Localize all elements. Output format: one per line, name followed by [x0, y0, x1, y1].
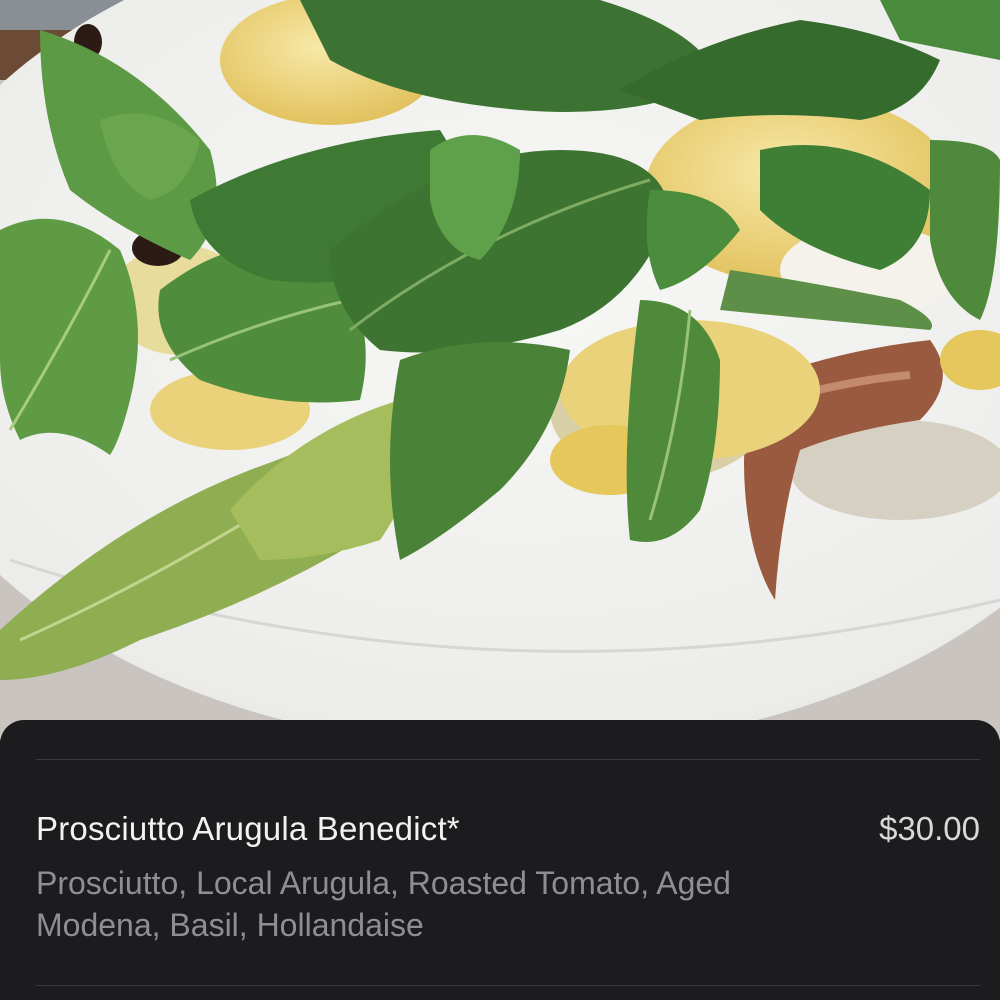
bottom-divider — [36, 985, 980, 986]
food-photo-icon — [0, 0, 1000, 740]
item-description: Prosciutto, Local Arugula, Roasted Tomat… — [36, 865, 731, 943]
dish-photo — [0, 0, 1000, 740]
menu-item-detail-screen: Prosciutto Arugula Benedict* $30.00 Pros… — [0, 0, 1000, 1000]
top-divider — [36, 759, 980, 760]
item-name: Prosciutto Arugula Benedict* — [36, 810, 460, 847]
menu-item-sheet: Prosciutto Arugula Benedict* $30.00 Pros… — [0, 720, 1000, 1000]
item-price: $30.00 — [879, 810, 980, 847]
